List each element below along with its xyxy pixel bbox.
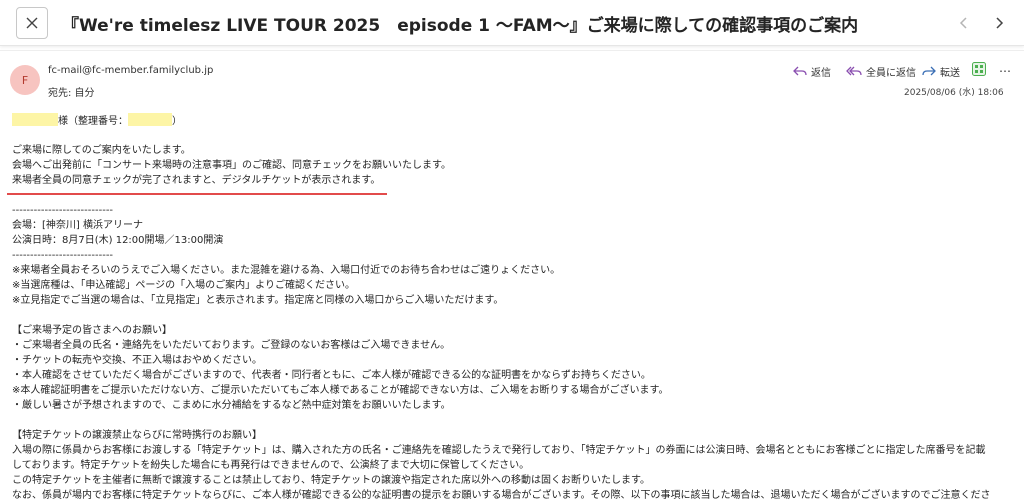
next-email-button[interactable] <box>987 11 1011 35</box>
note-line: ※来場者全員おそろいのうえでご入場ください。また混雑を避ける為、入場口付近でのお… <box>12 265 561 276</box>
show-date-line: 公演日時：8月7日(木) 12:00開場／13:00開演 <box>12 235 224 246</box>
special-ticket-line: しております。特定チケットを紛失した場合にも再発行はできませんので、公演終了まで… <box>12 460 530 471</box>
email-subject: 『We're timelesz LIVE TOUR 2025 episode 1… <box>62 16 859 36</box>
separator: ---------------------------- <box>12 205 114 216</box>
reply-label: 返信 <box>811 67 831 79</box>
close-button[interactable] <box>16 7 48 39</box>
more-actions-button[interactable]: … <box>999 60 1012 76</box>
greeting-line: 様（整理番号：） <box>12 113 1022 128</box>
redacted-number <box>128 113 172 126</box>
close-icon <box>26 17 38 29</box>
redacted-name <box>12 113 58 126</box>
request-line: ※本人確認証明書をご提示いただけない方、ご提示いただいてもご本人様であることが確… <box>12 385 669 396</box>
apps-button[interactable] <box>972 62 986 76</box>
sender-address[interactable]: fc-mail@fc-member.familyclub.jp <box>48 65 213 76</box>
received-date: 2025/08/06 (水) 18:06 <box>904 88 1004 98</box>
special-ticket-line: 入場の際に係員からお客様にお渡しする「特定チケット」は、購入された方の氏名・ご連… <box>12 445 986 456</box>
chevron-right-icon <box>996 17 1004 29</box>
recipient-line: 宛先: 自分 <box>48 88 95 99</box>
forward-button[interactable]: 転送 <box>922 63 960 79</box>
note-line: ※立見指定でご当選の場合は、「立見指定」と表示されます。指定席と同様の入場口から… <box>12 295 504 306</box>
special-ticket-line: この特定チケットを主催者に無断で譲渡することは禁止しており、特定チケットの譲渡や… <box>12 475 650 486</box>
request-line: ・厳しい暑さが予想されますので、こまめに水分補給をするなど熱中症対策をお願いいた… <box>12 400 451 411</box>
reply-all-label: 全員に返信 <box>866 67 916 79</box>
special-ticket-section-title: 【特定チケットの譲渡禁止ならびに常時携行のお願い】 <box>12 430 262 441</box>
reply-button[interactable]: 返信 <box>793 63 831 79</box>
body-line: ご来場に際してのご案内をいたします。 <box>12 145 191 156</box>
reply-all-icon <box>846 66 862 76</box>
request-line: ・本人確認をさせていただく場合がございますので、代表者・同行者ともに、ご本人様が… <box>12 370 651 381</box>
body-line: 会場へご出発前に「コンサート来場時の注意事項」のご確認、同意チェックをお願いいた… <box>12 160 451 171</box>
red-underline-annotation <box>7 193 387 195</box>
request-section-title: 【ご来場予定の皆さまへのお願い】 <box>12 325 172 336</box>
request-line: ・ご来場者全員の氏名・連絡先をいただいております。ご登録のないお客様はご入場でき… <box>12 340 451 351</box>
previous-email-button[interactable] <box>952 11 976 35</box>
venue-line: 会場：[神奈川] 横浜アリーナ <box>12 220 143 231</box>
apps-grid-icon <box>972 62 986 76</box>
special-ticket-line: なお、係員が場内でお客様に特定チケットならびに、ご本人様が確認できる公的な証明書… <box>12 490 991 501</box>
request-line: ・チケットの転売や交換、不正入場はおやめください。 <box>12 355 262 366</box>
separator: ---------------------------- <box>12 250 114 261</box>
sender-avatar: F <box>10 65 40 95</box>
note-line: ※当選席種は、「申込確認」ページの「入場のご案内」よりご確認ください。 <box>12 280 355 291</box>
reply-all-button[interactable]: 全員に返信 <box>846 63 916 79</box>
email-body: 様（整理番号：） ご来場に際してのご案内をいたします。 会場へご出発前に「コンサ… <box>12 113 1022 503</box>
forward-label: 転送 <box>940 67 960 79</box>
body-line-emphasized: 来場者全員の同意チェックが完了されますと、デジタルチケットが表示されます。 <box>12 175 381 186</box>
forward-icon <box>922 66 936 76</box>
reading-header: 『We're timelesz LIVE TOUR 2025 episode 1… <box>0 0 1024 46</box>
reply-icon <box>793 66 807 76</box>
chevron-left-icon <box>959 17 967 29</box>
